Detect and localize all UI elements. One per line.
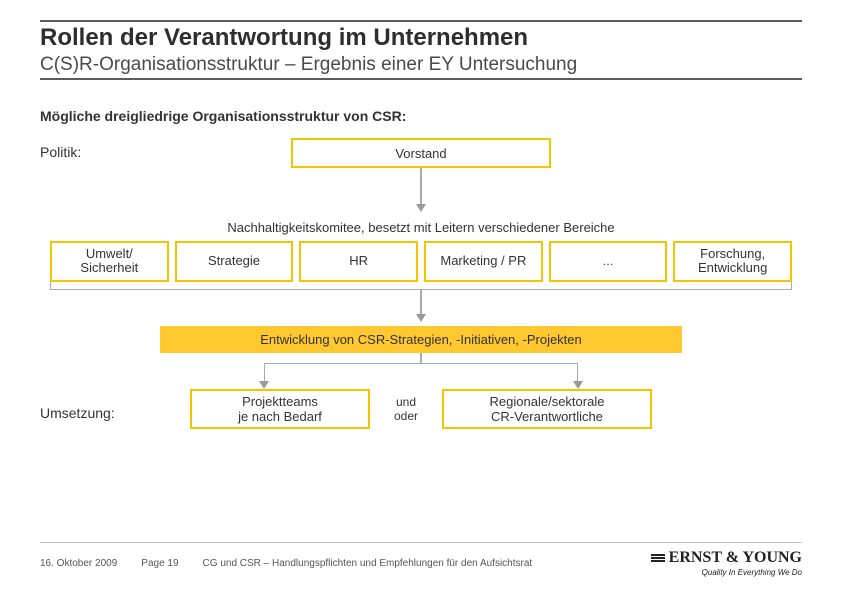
footer-doc-title: CG und CSR – Handlungspflichten und Empf… [203,558,533,569]
text-und-oder: und oder [386,395,426,423]
label-politik: Politik: [40,144,81,160]
box-projektteams: Projektteams je nach Bedarf [190,389,370,429]
footer-page: Page 19 [141,558,178,569]
arrow-down-icon-4 [573,381,583,389]
box-ellipsis: … [549,241,668,282]
footer: 16. Oktober 2009 Page 19 CG und CSR – Ha… [40,542,802,577]
connector-stem-2 [420,290,422,314]
box-umwelt-sicherheit: Umwelt/ Sicherheit [50,241,169,282]
arrow-down-icon-2 [416,314,426,322]
box-strategie: Strategie [175,241,294,282]
arrow-down-icon [416,204,426,212]
committee-row: Umwelt/ Sicherheit Strategie HR Marketin… [50,241,792,282]
box-marketing-pr: Marketing / PR [424,241,543,282]
divider-top [40,20,802,22]
footer-date: 16. Oktober 2009 [40,558,117,569]
box-forschung-entwicklung: Forschung, Entwicklung [673,241,792,282]
box-hr: HR [299,241,418,282]
committee-label: Nachhaltigkeitskomitee, besetzt mit Leit… [60,218,782,237]
page-subtitle: C(S)R-Organisationsstruktur – Ergebnis e… [40,54,802,76]
connector-stem [420,168,422,204]
box-vorstand: Vorstand [291,138,551,168]
arrow-down-icon-3 [259,381,269,389]
ey-tagline: Quality In Everything We Do [702,568,802,577]
page-title: Rollen der Verantwortung im Unternehmen [40,24,802,52]
divider-under-title [40,78,802,80]
ey-stripes-icon [651,554,665,562]
section-intro: Mögliche dreigliedrige Organisationsstru… [40,108,802,124]
label-umsetzung: Umsetzung: [40,405,115,421]
box-regionale-verantwortliche: Regionale/sektorale CR-Verantwortliche [442,389,652,429]
ey-logo: ERNST & YOUNG Quality In Everything We D… [651,549,802,577]
ey-brand-text: ERNST & YOUNG [669,549,802,567]
gold-band: Entwicklung von CSR-Strategien, -Initiat… [160,326,682,353]
